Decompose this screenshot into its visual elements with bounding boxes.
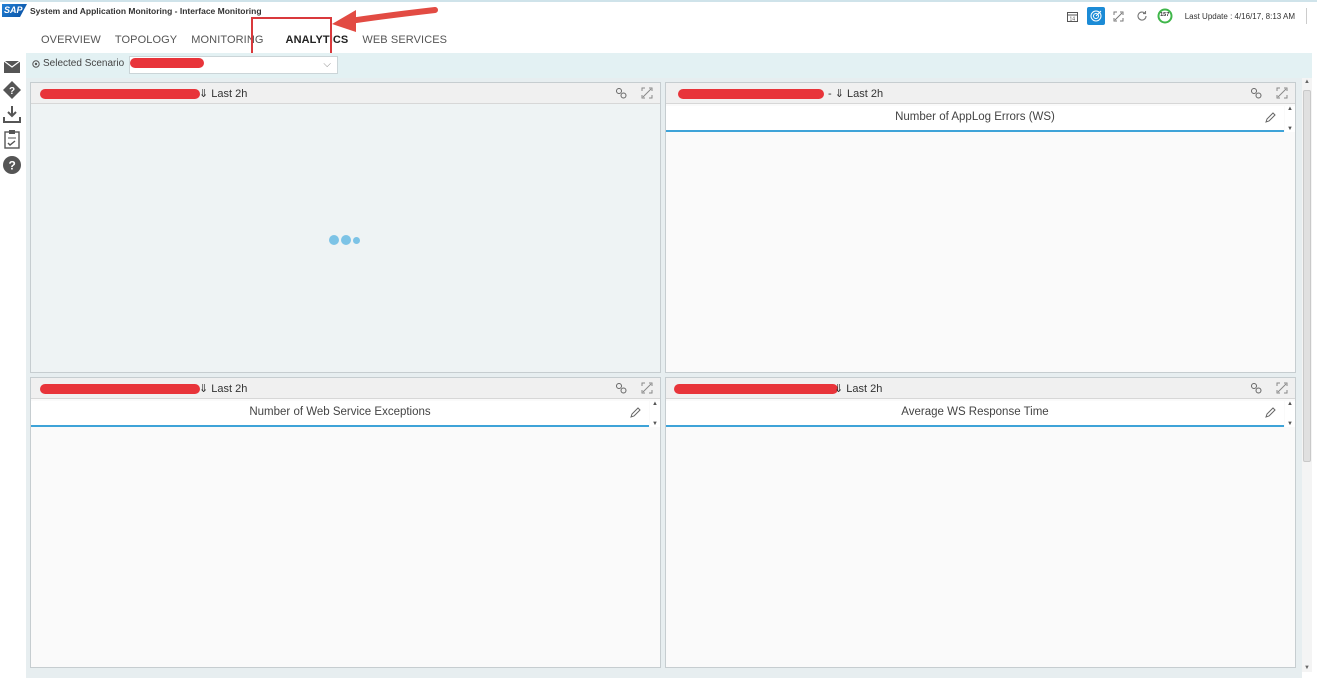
status-count: 157 (1160, 12, 1170, 18)
scroll-down-icon[interactable]: ▼ (652, 421, 658, 427)
panel-tools (1249, 381, 1289, 395)
clipboard-check-icon[interactable] (2, 129, 22, 149)
refresh-icon[interactable] (1133, 7, 1151, 25)
panel-time-range: ⇓ Last 2h (834, 383, 883, 395)
calendar-icon[interactable]: 14 (1064, 7, 1082, 25)
diamond-help-icon[interactable]: ? (2, 80, 22, 100)
help-circle-icon[interactable]: ? (2, 155, 22, 175)
panel-header: ⇓ Last 2h (666, 378, 1295, 399)
chart-header-scrollbar[interactable]: ▲ ▼ (1285, 106, 1295, 132)
settings-icon[interactable] (614, 381, 628, 395)
panel-time-range: ⇓ Last 2h (199, 88, 248, 100)
redaction-mark (40, 384, 200, 394)
svg-text:?: ? (9, 159, 16, 173)
analytics-panel: ⇓ Last 2h Number of Web Service Exceptio… (30, 377, 661, 668)
pencil-icon[interactable] (629, 407, 641, 419)
scrollbar-thumb[interactable] (1303, 90, 1311, 462)
panel-tools (1249, 86, 1289, 100)
svg-text:14: 14 (1070, 16, 1076, 22)
scroll-up-icon[interactable]: ▲ (652, 401, 658, 407)
chart-title: Number of AppLog Errors (WS) (895, 111, 1055, 123)
scroll-down-icon[interactable]: ▼ (1287, 421, 1293, 427)
pencil-icon[interactable] (1264, 407, 1276, 419)
scroll-down-icon[interactable]: ▼ (1304, 665, 1310, 671)
panel-tools (614, 381, 654, 395)
scroll-up-icon[interactable]: ▲ (1304, 79, 1310, 85)
chart-header: Number of AppLog Errors (WS) (666, 106, 1284, 132)
header-toolbar: 14 157 Last Update : 4/16/17, 8:13 AM (1064, 7, 1307, 25)
loading-indicator (329, 235, 360, 245)
panel-header: ⇓ Last 2h (31, 378, 660, 399)
header-divider (1306, 8, 1307, 24)
panel-time-range: ⇓ Last 2h (199, 383, 248, 395)
tab-web-services[interactable]: WEB SERVICES (355, 30, 454, 50)
scenario-target-icon (32, 59, 40, 68)
pencil-icon[interactable] (1264, 112, 1276, 124)
analytics-content: ⇓ Last 2h - ⇓ Last 2h Number of AppLog E… (26, 78, 1302, 678)
main-tabs: OVERVIEW TOPOLOGY MONITORING ANALYTICS W… (34, 30, 454, 50)
analytics-panel: - ⇓ Last 2h Number of AppLog Errors (WS)… (665, 82, 1296, 373)
expand-icon[interactable] (1275, 381, 1289, 395)
fullscreen-icon[interactable] (1110, 7, 1128, 25)
redaction-mark (130, 58, 204, 68)
tab-topology[interactable]: TOPOLOGY (108, 30, 184, 50)
panel-time-range: - ⇓ Last 2h (828, 88, 884, 100)
redaction-mark (678, 89, 824, 99)
chart-header-scrollbar[interactable]: ▲ ▼ (650, 401, 660, 427)
scroll-up-icon[interactable]: ▲ (1287, 401, 1293, 407)
settings-icon[interactable] (1249, 86, 1263, 100)
panel-tools (614, 86, 654, 100)
tab-overview[interactable]: OVERVIEW (34, 30, 108, 50)
expand-icon[interactable] (640, 86, 654, 100)
left-rail: ? ? (0, 55, 24, 680)
analytics-panel: ⇓ Last 2h Average WS Response Time ▲ ▼ (665, 377, 1296, 668)
status-count-icon[interactable]: 157 (1156, 7, 1174, 25)
tab-highlight-box (251, 17, 332, 55)
app-title: System and Application Monitoring - Inte… (30, 6, 262, 16)
chart-header: Number of Web Service Exceptions (31, 401, 649, 427)
panel-header: ⇓ Last 2h (31, 83, 660, 104)
chart-title: Number of Web Service Exceptions (249, 406, 431, 418)
download-icon[interactable] (2, 104, 22, 124)
chart-title: Average WS Response Time (901, 406, 1049, 418)
redaction-mark (674, 384, 838, 394)
redaction-mark (40, 89, 200, 99)
sap-logo: SAP (2, 4, 27, 17)
settings-icon[interactable] (1249, 381, 1263, 395)
scenario-bar: Selected Scenario ⌵ (26, 53, 1312, 78)
svg-text:?: ? (9, 86, 15, 97)
scroll-up-icon[interactable]: ▲ (1287, 106, 1293, 112)
scroll-down-icon[interactable]: ▼ (1287, 126, 1293, 132)
analytics-panel: ⇓ Last 2h (30, 82, 661, 373)
target-icon[interactable] (1086, 7, 1105, 25)
scenario-label: Selected Scenario (43, 58, 125, 69)
scenario-label-group: Selected Scenario (32, 58, 124, 69)
last-update: Last Update : 4/16/17, 8:13 AM (1184, 11, 1295, 21)
settings-icon[interactable] (614, 86, 628, 100)
shell-header: SAP System and Application Monitoring - … (0, 0, 1317, 26)
panel-header: - ⇓ Last 2h (666, 83, 1295, 104)
chart-header: Average WS Response Time (666, 401, 1284, 427)
chevron-down-icon: ⌵ (323, 59, 331, 70)
chart-header-scrollbar[interactable]: ▲ ▼ (1285, 401, 1295, 427)
mail-icon[interactable] (2, 57, 22, 77)
expand-icon[interactable] (640, 381, 654, 395)
page-scrollbar[interactable]: ▲ ▼ (1302, 78, 1312, 672)
annotation-arrow-icon (332, 7, 438, 32)
expand-icon[interactable] (1275, 86, 1289, 100)
